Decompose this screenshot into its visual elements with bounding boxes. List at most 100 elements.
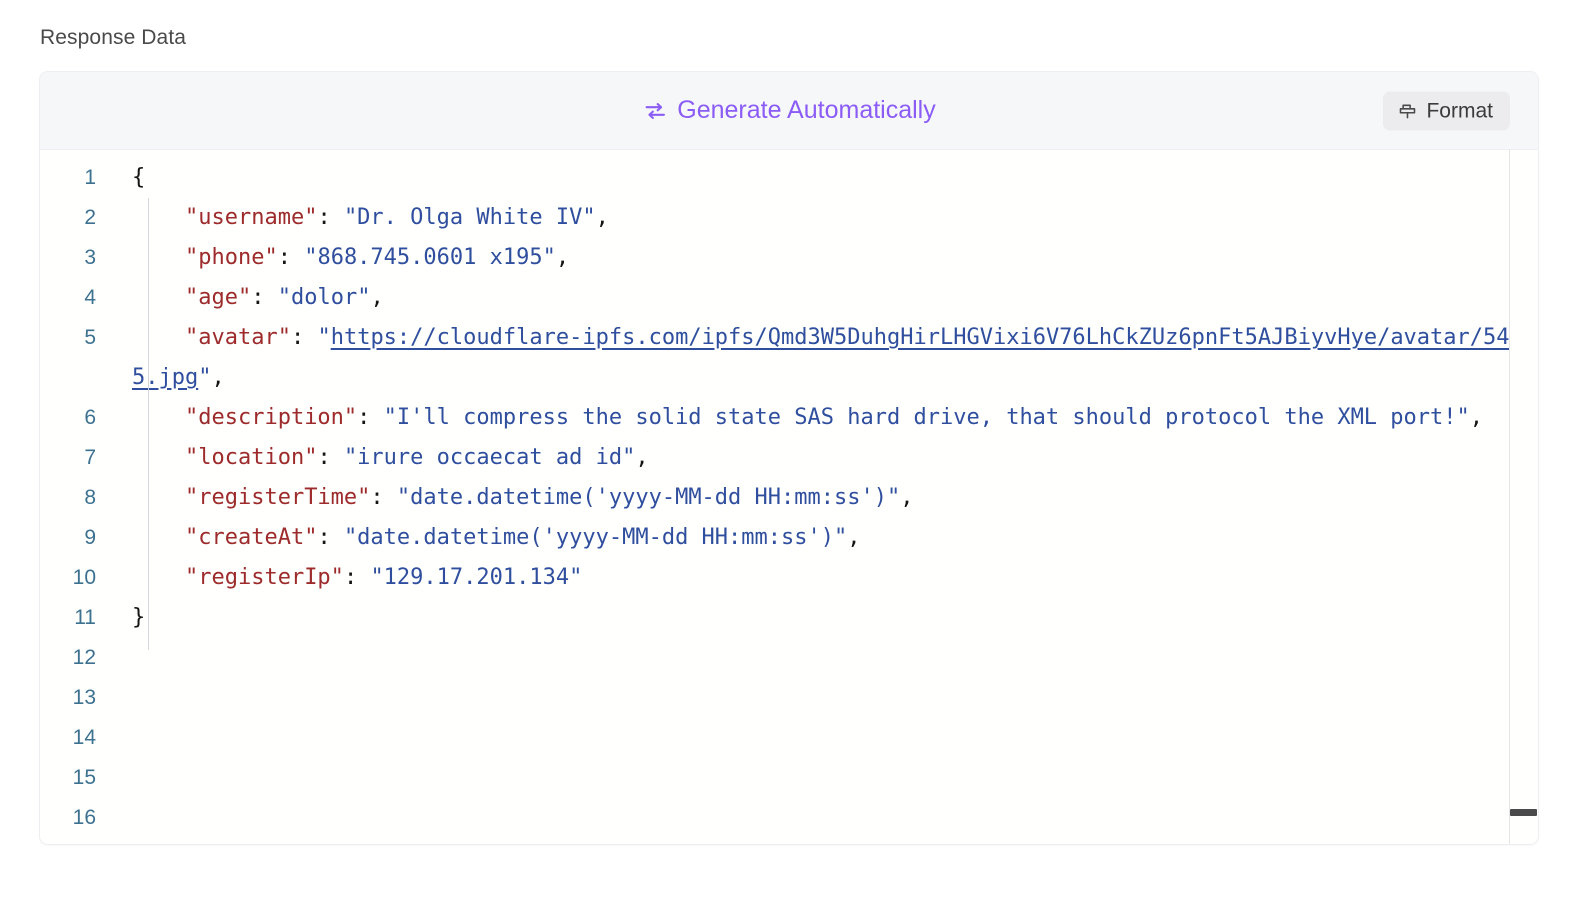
code-token-punc: : [343,565,371,590]
code-token-punc: : [251,285,278,310]
code-line[interactable]: 15 [40,758,1510,798]
code-line-text: "registerIp": "129.17.201.134" [112,558,1510,598]
line-number: 14 [72,726,96,749]
code-line[interactable]: 1{ [40,158,1510,198]
line-number: 15 [72,766,96,789]
code-line[interactable]: 9 "createAt": "date.datetime('yyyy-MM-dd… [40,518,1510,558]
code-line[interactable]: 11} [40,598,1510,638]
code-token-punc: : [317,445,344,470]
code-token-punc: : [290,325,318,350]
code-line[interactable]: 4 "age": "dolor", [40,278,1510,318]
code-token-key: "phone" [184,245,278,270]
code-token-punc: , [595,205,609,230]
line-number: 13 [72,686,96,709]
code-line[interactable]: 13 [40,678,1510,718]
code-token-punc: , [900,485,914,510]
code-token-indent [132,285,185,310]
code-line[interactable]: 10 "registerIp": "129.17.201.134" [40,558,1510,598]
code-token-indent [132,445,185,470]
code-token-brace: } [132,605,146,630]
code-token-punc: : [277,245,305,270]
line-number: 3 [84,246,96,269]
editor-vertical-divider [1509,150,1510,844]
format-painter-icon [1397,100,1418,121]
code-line-text: "avatar": "https://cloudflare-ipfs.com/i… [112,318,1510,398]
code-token-punc: : [317,205,344,230]
line-number: 16 [72,806,96,829]
code-token-str: "868.745.0601 x195" [304,245,556,270]
page-title: Response Data [40,26,187,49]
code-token-indent [132,205,185,230]
code-token-str: "dolor" [277,285,371,310]
code-token-punc: , [211,365,225,390]
code-line-text: } [112,598,1510,638]
code-token-punc: : [317,525,344,550]
code-token-key: "age" [184,285,252,310]
code-token-str: "I'll compress the solid state SAS hard … [383,405,1470,430]
code-token-indent [132,485,185,510]
code-token-link[interactable]: https://cloudflare-ipfs.com/ipfs/Qmd3W5D… [132,325,1510,390]
code-token-punc: , [635,445,649,470]
line-number: 11 [74,606,96,629]
code-line-text: "phone": "868.745.0601 x195", [112,238,1510,278]
code-line[interactable]: 16 [40,798,1510,838]
code-line[interactable]: 6 "description": "I'll compress the soli… [40,398,1510,438]
code-token-str: "129.17.201.134" [370,565,583,590]
code-line[interactable]: 7 "location": "irure occaecat ad id", [40,438,1510,478]
code-line-text: "description": "I'll compress the solid … [112,398,1510,438]
code-line[interactable]: 3 "phone": "868.745.0601 x195", [40,238,1510,278]
code-line-text: { [112,158,1510,198]
line-number: 1 [84,166,96,189]
code-token-indent [132,525,185,550]
format-button[interactable]: Format [1383,91,1510,130]
editor-toolbar: Generate Automatically Format [40,72,1538,150]
code-token-indent [132,325,185,350]
code-token-key: "registerIp" [184,565,344,590]
code-line[interactable]: 8 "registerTime": "date.datetime('yyyy-M… [40,478,1510,518]
code-line-text: "createAt": "date.datetime('yyyy-MM-dd H… [112,518,1510,558]
code-token-str: "date.datetime('yyyy-MM-dd HH:mm:ss')" [396,485,901,510]
line-number: 12 [72,646,96,669]
code-lines-container: 1{2 "username": "Dr. Olga White IV", 3 "p… [40,150,1510,838]
code-line-text: "username": "Dr. Olga White IV", [112,198,1510,238]
line-number: 9 [84,526,96,549]
code-token-punc: , [1469,405,1484,430]
format-label: Format [1426,99,1493,122]
code-token-punc: , [847,525,861,550]
line-number: 7 [84,446,96,469]
line-number: 2 [84,206,96,229]
indent-guide [148,198,149,650]
code-token-key: "avatar" [184,325,291,350]
code-line-text: "location": "irure occaecat ad id", [112,438,1510,478]
code-token-punc: : [370,485,397,510]
horizontal-scrollbar-thumb[interactable] [1510,809,1537,816]
code-line[interactable]: 12 [40,638,1510,678]
response-data-editor-card: Generate Automatically Format 1{2 "usern… [40,72,1538,844]
code-line[interactable]: 14 [40,718,1510,758]
generate-automatically-label: Generate Automatically [677,96,936,124]
code-token-key: "registerTime" [184,485,371,510]
code-line[interactable]: 5 "avatar": "https://cloudflare-ipfs.com… [40,318,1510,398]
code-line-text: "registerTime": "date.datetime('yyyy-MM-… [112,478,1510,518]
generate-automatically-button[interactable]: Generate Automatically [636,94,941,128]
line-number: 8 [84,486,96,509]
code-token-indent [132,565,185,590]
code-token-str: " [317,325,331,350]
code-line[interactable]: 2 "username": "Dr. Olga White IV", [40,198,1510,238]
code-token-punc: : [357,405,384,430]
code-token-key: "location" [184,445,318,470]
line-number: 5 [84,326,96,349]
code-token-key: "description" [184,405,358,430]
code-editor-area[interactable]: 1{2 "username": "Dr. Olga White IV", 3 "p… [40,150,1538,844]
code-line-text: "age": "dolor", [112,278,1510,318]
code-token-key: "username" [184,205,318,230]
code-token-str: " [198,365,212,390]
code-token-indent [132,245,185,270]
code-token-str: "Dr. Olga White IV" [343,205,596,230]
line-number: 10 [72,566,96,589]
code-scroll-region[interactable]: 1{2 "username": "Dr. Olga White IV", 3 "p… [40,150,1510,844]
line-number: 6 [84,406,96,429]
swap-arrows-icon [642,98,668,124]
code-token-punc: , [370,285,384,310]
code-token-str: "date.datetime('yyyy-MM-dd HH:mm:ss')" [343,525,848,550]
